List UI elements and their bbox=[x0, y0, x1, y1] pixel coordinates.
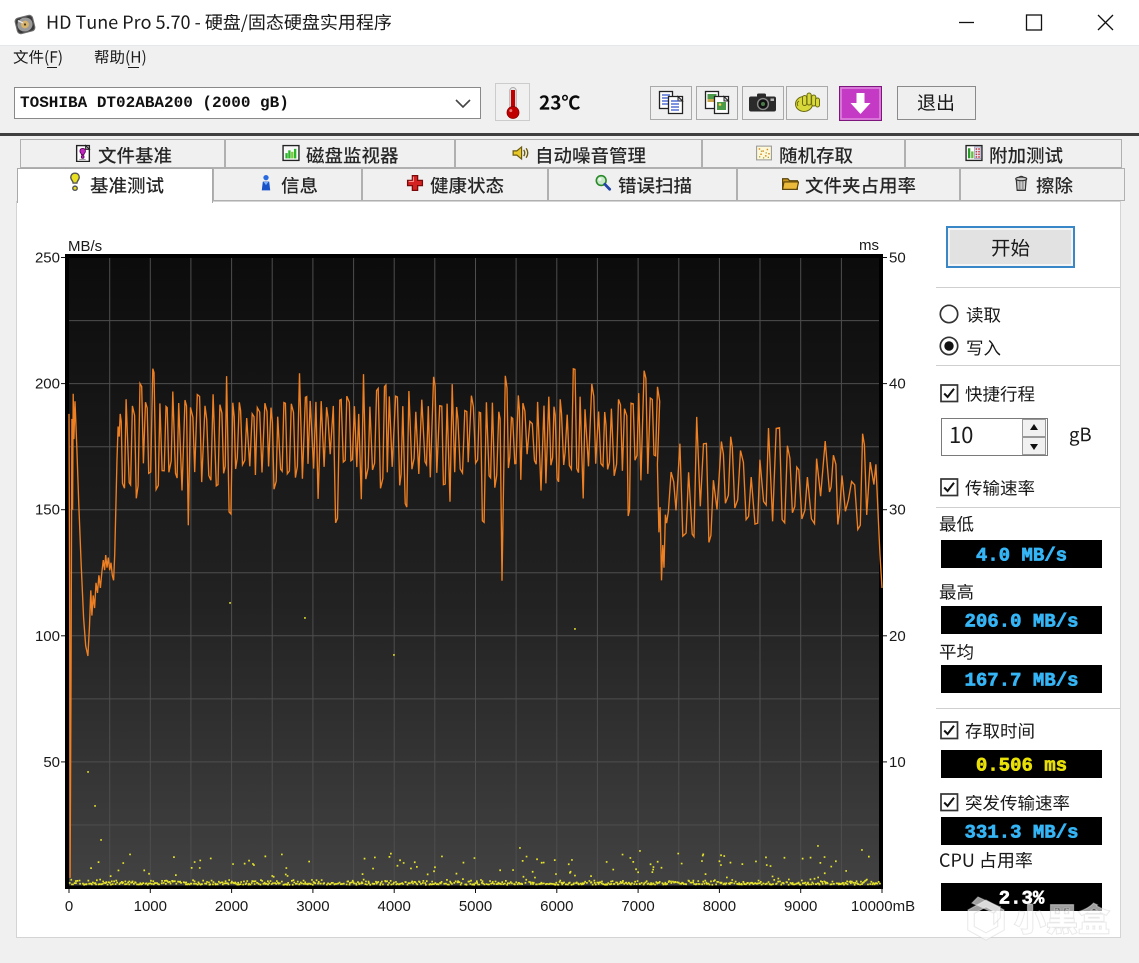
svg-text:8000: 8000 bbox=[703, 898, 736, 915]
svg-text:50: 50 bbox=[889, 250, 906, 267]
svg-text:250: 250 bbox=[35, 250, 60, 267]
svg-text:5000: 5000 bbox=[459, 898, 492, 915]
svg-text:ms: ms bbox=[859, 237, 879, 254]
svg-text:4000: 4000 bbox=[378, 898, 411, 915]
svg-text:20: 20 bbox=[889, 628, 906, 645]
svg-text:10: 10 bbox=[889, 754, 906, 771]
svg-text:40: 40 bbox=[889, 376, 906, 393]
svg-text:MB/s: MB/s bbox=[68, 238, 102, 255]
svg-text:200: 200 bbox=[35, 376, 60, 393]
svg-text:100: 100 bbox=[35, 628, 60, 645]
svg-text:9000: 9000 bbox=[784, 898, 817, 915]
svg-text:6000: 6000 bbox=[540, 898, 573, 915]
svg-text:7000: 7000 bbox=[621, 898, 654, 915]
svg-text:1000: 1000 bbox=[134, 898, 167, 915]
svg-text:0: 0 bbox=[65, 898, 73, 915]
svg-text:150: 150 bbox=[35, 502, 60, 519]
svg-text:50: 50 bbox=[43, 754, 60, 771]
svg-text:3000: 3000 bbox=[296, 898, 329, 915]
svg-text:10000mB: 10000mB bbox=[851, 898, 915, 915]
svg-text:2000: 2000 bbox=[215, 898, 248, 915]
svg-text:30: 30 bbox=[889, 502, 906, 519]
